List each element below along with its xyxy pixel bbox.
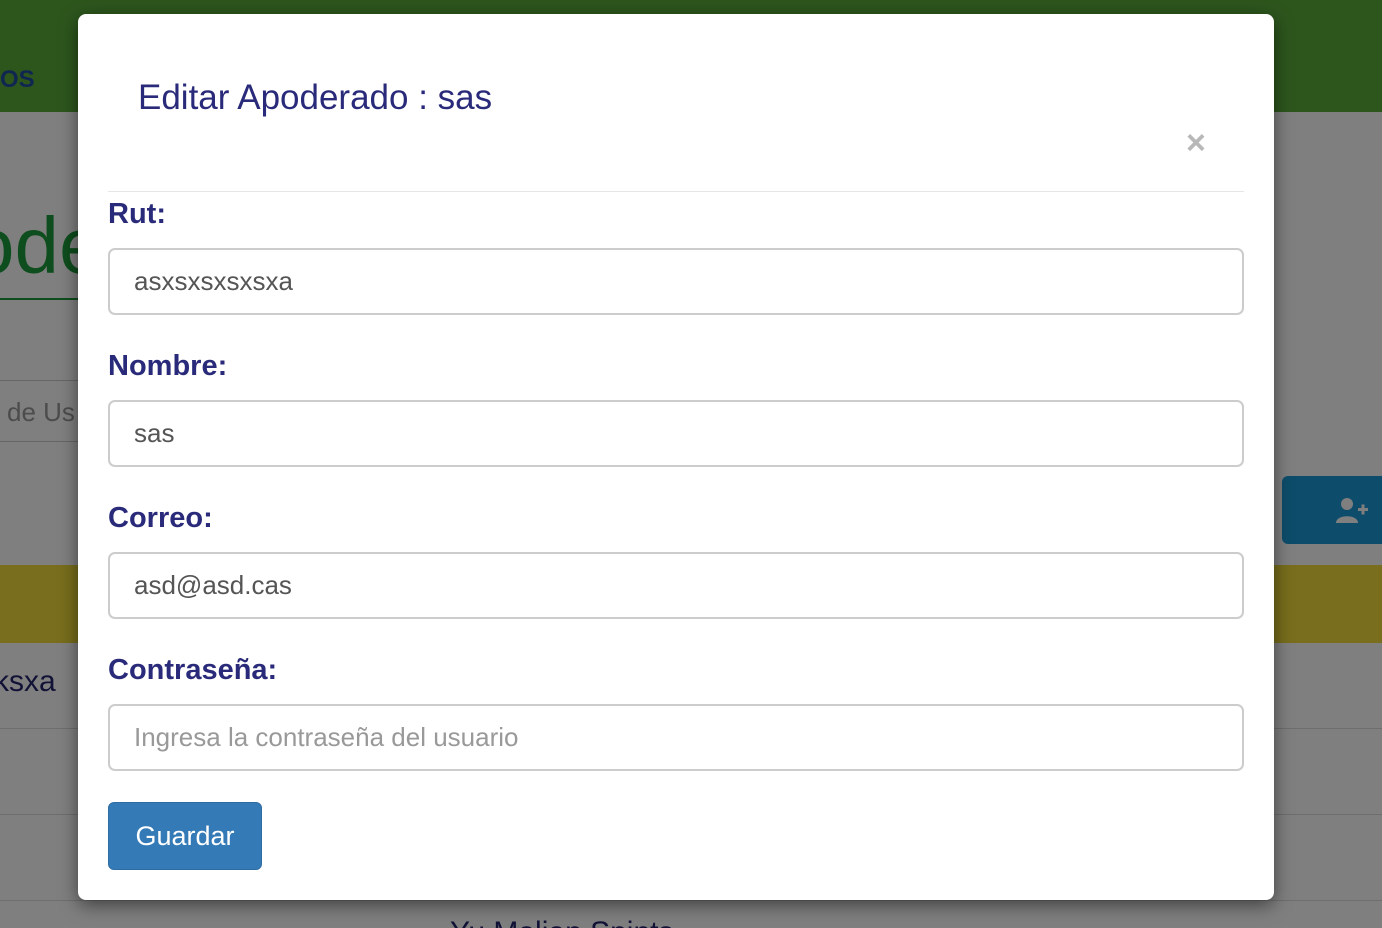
contrasena-label: Contraseña:: [108, 654, 278, 686]
edit-apoderado-modal: Editar Apoderado : sas × Rut: Nombre: Co…: [78, 14, 1274, 900]
modal-title: Editar Apoderado : sas: [138, 78, 493, 117]
correo-field[interactable]: [108, 552, 1244, 619]
nombre-field[interactable]: [108, 400, 1244, 467]
rut-label: Rut:: [108, 198, 166, 230]
rut-field[interactable]: [108, 248, 1244, 315]
contrasena-field[interactable]: [108, 704, 1244, 771]
close-icon[interactable]: ×: [1186, 126, 1206, 160]
correo-label: Correo:: [108, 502, 213, 534]
save-button[interactable]: Guardar: [108, 802, 262, 870]
header-divider: [108, 191, 1244, 192]
nombre-label: Nombre:: [108, 350, 228, 382]
